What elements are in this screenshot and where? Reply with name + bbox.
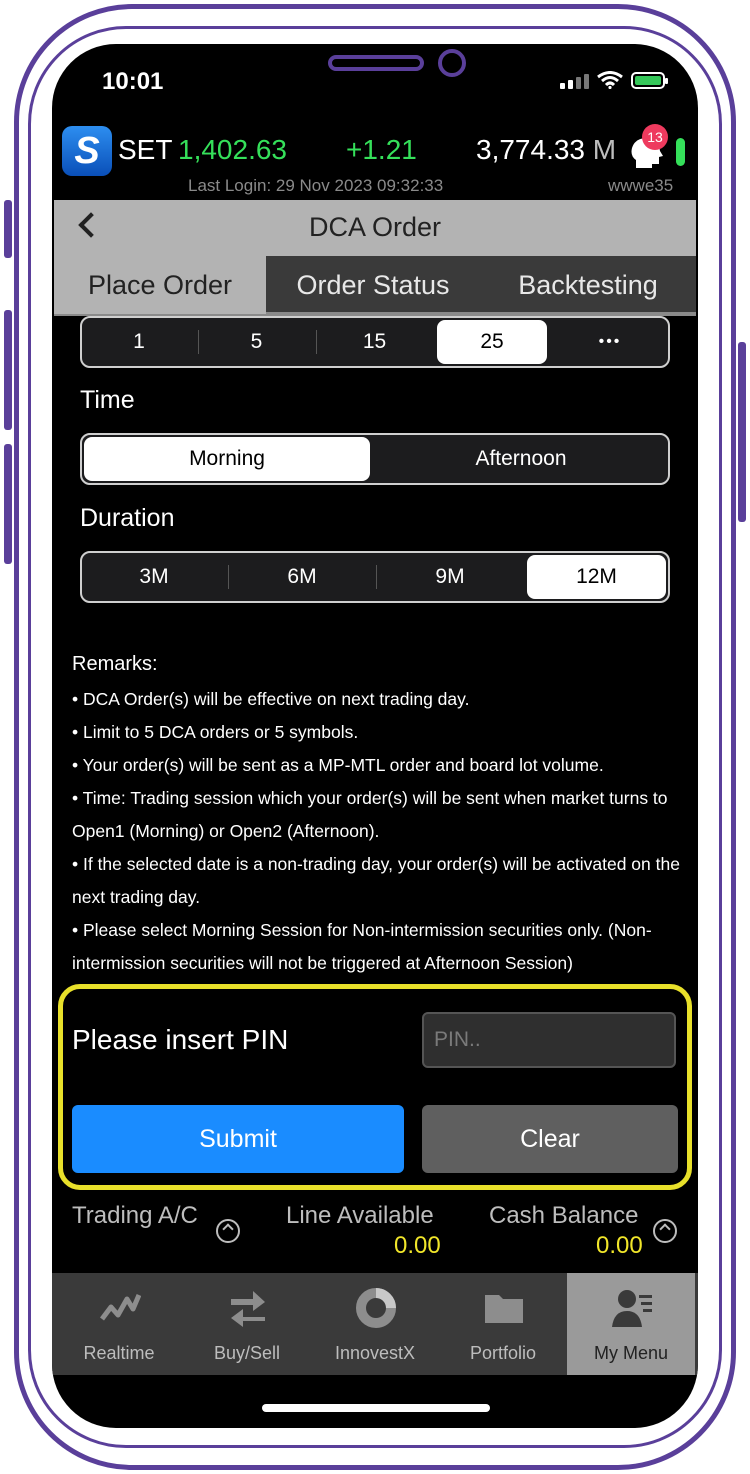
duration-option-3m[interactable]: 3M bbox=[82, 555, 226, 599]
time-label: Time bbox=[80, 386, 135, 414]
more-options-icon[interactable]: ••• bbox=[552, 320, 668, 364]
day-option-15[interactable]: 15 bbox=[317, 320, 432, 364]
signal-icon bbox=[560, 74, 589, 89]
app-screen: 10:01 S SET 1,402.63 +1.21 3,774.33 M 13… bbox=[52, 44, 698, 1428]
nav-buy-sell[interactable]: Buy/Sell bbox=[183, 1273, 311, 1375]
nav-portfolio[interactable]: Portfolio bbox=[439, 1273, 567, 1375]
nav-label: InnovestX bbox=[334, 1343, 416, 1363]
cash-balance-label: Cash Balance bbox=[489, 1202, 639, 1229]
duration-option-9m[interactable]: 9M bbox=[377, 555, 523, 599]
nav-label: Buy/Sell bbox=[213, 1343, 281, 1363]
tab-order-status[interactable]: Order Status bbox=[266, 256, 480, 314]
day-selector: 1 5 15 25 ••• bbox=[80, 316, 670, 368]
status-icons bbox=[560, 71, 668, 89]
donut-chart-icon bbox=[356, 1288, 396, 1328]
tab-bar: Place Order Order Status Backtesting bbox=[54, 256, 696, 316]
pin-label: Please insert PIN bbox=[72, 1024, 289, 1055]
notification-badge[interactable]: 13 bbox=[642, 124, 668, 150]
connection-status-indicator bbox=[676, 138, 685, 166]
line-available-label: Line Available bbox=[286, 1202, 434, 1229]
remark-line: • Time: Trading session which your order… bbox=[72, 788, 668, 841]
title-bar: DCA Order bbox=[54, 200, 696, 256]
front-camera bbox=[438, 49, 466, 77]
cash-balance-value: 0.00 bbox=[596, 1232, 643, 1259]
time-option-morning[interactable]: Morning bbox=[84, 437, 370, 481]
page-title: DCA Order bbox=[308, 212, 442, 242]
time-selector: Morning Afternoon bbox=[80, 433, 670, 485]
remarks-section: Remarks: • DCA Order(s) will be effectiv… bbox=[72, 648, 682, 980]
bottom-nav: Realtime Buy/Sell InnovestX Portfolio My… bbox=[52, 1273, 698, 1375]
side-button bbox=[4, 200, 12, 258]
folder-icon bbox=[485, 1295, 523, 1323]
duration-label: Duration bbox=[80, 504, 175, 532]
pin-input[interactable] bbox=[422, 1012, 676, 1068]
submit-button[interactable]: Submit bbox=[72, 1105, 404, 1173]
nav-label: Portfolio bbox=[469, 1343, 537, 1363]
day-option-1[interactable]: 1 bbox=[82, 320, 196, 364]
cash-balance-chevron-icon[interactable] bbox=[653, 1219, 677, 1243]
duration-selector: 3M 6M 9M 12M bbox=[80, 551, 670, 603]
user-id: wwwe35 bbox=[608, 176, 674, 195]
nav-label: My Menu bbox=[593, 1343, 669, 1363]
remark-line: • Limit to 5 DCA orders or 5 symbols. bbox=[72, 722, 359, 742]
trading-account-chevron-icon[interactable] bbox=[216, 1219, 240, 1243]
market-ticker: S SET 1,402.63 +1.21 3,774.33 M 13 Last … bbox=[52, 124, 698, 196]
nav-label: Realtime bbox=[83, 1343, 155, 1363]
chart-line-icon bbox=[100, 1294, 141, 1321]
tab-backtesting[interactable]: Backtesting bbox=[480, 256, 696, 314]
day-option-25[interactable]: 25 bbox=[437, 320, 547, 364]
side-button bbox=[4, 444, 12, 564]
remark-line: • Your order(s) will be sent as a MP-MTL… bbox=[72, 755, 604, 775]
side-button bbox=[4, 310, 12, 430]
user-menu-icon bbox=[612, 1290, 652, 1327]
nav-my-menu[interactable]: My Menu bbox=[567, 1273, 695, 1375]
app-logo-icon: S bbox=[62, 126, 112, 176]
remark-line: • DCA Order(s) will be effective on next… bbox=[72, 689, 470, 709]
nav-innovestx[interactable]: InnovestX bbox=[311, 1273, 439, 1375]
tab-place-order[interactable]: Place Order bbox=[54, 256, 266, 314]
trading-account-label[interactable]: Trading A/C bbox=[72, 1202, 198, 1230]
remark-line: • Please select Morning Session for Non-… bbox=[72, 920, 652, 973]
nav-realtime[interactable]: Realtime bbox=[55, 1273, 183, 1375]
side-button bbox=[738, 342, 746, 522]
index-change: +1.21 bbox=[346, 134, 417, 165]
day-option-5[interactable]: 5 bbox=[199, 320, 314, 364]
clear-button[interactable]: Clear bbox=[422, 1105, 678, 1173]
speaker bbox=[328, 55, 424, 71]
time-option-afternoon[interactable]: Afternoon bbox=[374, 437, 668, 481]
remarks-title: Remarks: bbox=[72, 653, 158, 675]
status-time: 10:01 bbox=[102, 68, 164, 95]
home-indicator[interactable] bbox=[262, 1404, 490, 1412]
battery-icon bbox=[631, 72, 668, 89]
remark-line: • If the selected date is a non-trading … bbox=[72, 854, 680, 907]
duration-option-12m[interactable]: 12M bbox=[527, 555, 666, 599]
index-price: 1,402.63 bbox=[178, 134, 287, 165]
wifi-icon bbox=[597, 71, 623, 89]
last-login-text: Last Login: 29 Nov 2023 09:32:33 bbox=[188, 176, 444, 195]
index-name: SET bbox=[118, 134, 173, 165]
swap-arrows-icon bbox=[231, 1291, 265, 1327]
line-available-value: 0.00 bbox=[394, 1232, 441, 1259]
duration-option-6m[interactable]: 6M bbox=[229, 555, 375, 599]
index-volume: 3,774.33 M bbox=[476, 134, 617, 165]
